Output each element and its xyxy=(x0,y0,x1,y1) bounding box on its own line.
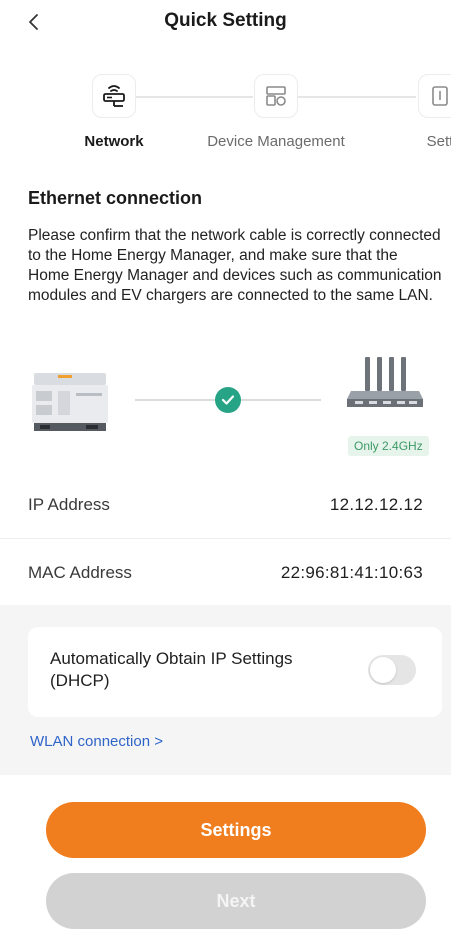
router-device-icon xyxy=(347,357,423,407)
options-panel: Automatically Obtain IP Settings (DHCP) … xyxy=(0,605,451,775)
section-description: Please confirm that the network cable is… xyxy=(28,227,442,304)
ip-address-value: 12.12.12.12 xyxy=(329,494,423,514)
connection-illustration: Only 2.4GHz xyxy=(0,357,451,460)
next-button[interactable]: Next xyxy=(46,873,426,929)
section-title: Ethernet connection xyxy=(28,188,203,208)
toggle-knob xyxy=(370,657,396,683)
connection-line xyxy=(241,399,321,401)
energy-manager-device-icon xyxy=(32,373,108,431)
ip-address-label: IP Address xyxy=(28,494,110,514)
divider xyxy=(0,538,451,539)
header: Quick Setting xyxy=(0,0,451,44)
band-badge: Only 2.4GHz xyxy=(348,436,429,456)
mac-address-label: MAC Address xyxy=(28,562,132,582)
step-label: Sett xyxy=(426,133,451,150)
dhcp-label: Automatically Obtain IP Settings (DHCP) xyxy=(50,649,293,690)
dhcp-card: Automatically Obtain IP Settings (DHCP) xyxy=(28,627,442,717)
step-label: Network xyxy=(84,133,144,150)
step-settings[interactable]: Sett xyxy=(370,74,451,151)
settings-button[interactable]: Settings xyxy=(46,802,426,858)
router-icon xyxy=(92,74,136,118)
mac-address-value: 22:96:81:41:10:63 xyxy=(280,562,423,582)
connection-line xyxy=(135,399,215,401)
page-title: Quick Setting xyxy=(164,10,287,31)
step-device-management[interactable]: Device Management xyxy=(206,74,346,151)
device-management-icon xyxy=(254,74,298,118)
dhcp-toggle[interactable] xyxy=(368,655,416,685)
check-icon xyxy=(215,387,241,413)
settings-icon xyxy=(418,74,451,118)
wlan-connection-link[interactable]: WLAN connection > xyxy=(30,733,163,750)
step-network[interactable]: Network xyxy=(44,74,184,151)
step-label: Device Management xyxy=(207,133,345,150)
mac-address-row: MAC Address 22:96:81:41:10:63 xyxy=(0,540,451,605)
ip-address-row: IP Address 12.12.12.12 xyxy=(0,472,451,537)
step-progress: Network Device Management Sett xyxy=(0,74,451,174)
